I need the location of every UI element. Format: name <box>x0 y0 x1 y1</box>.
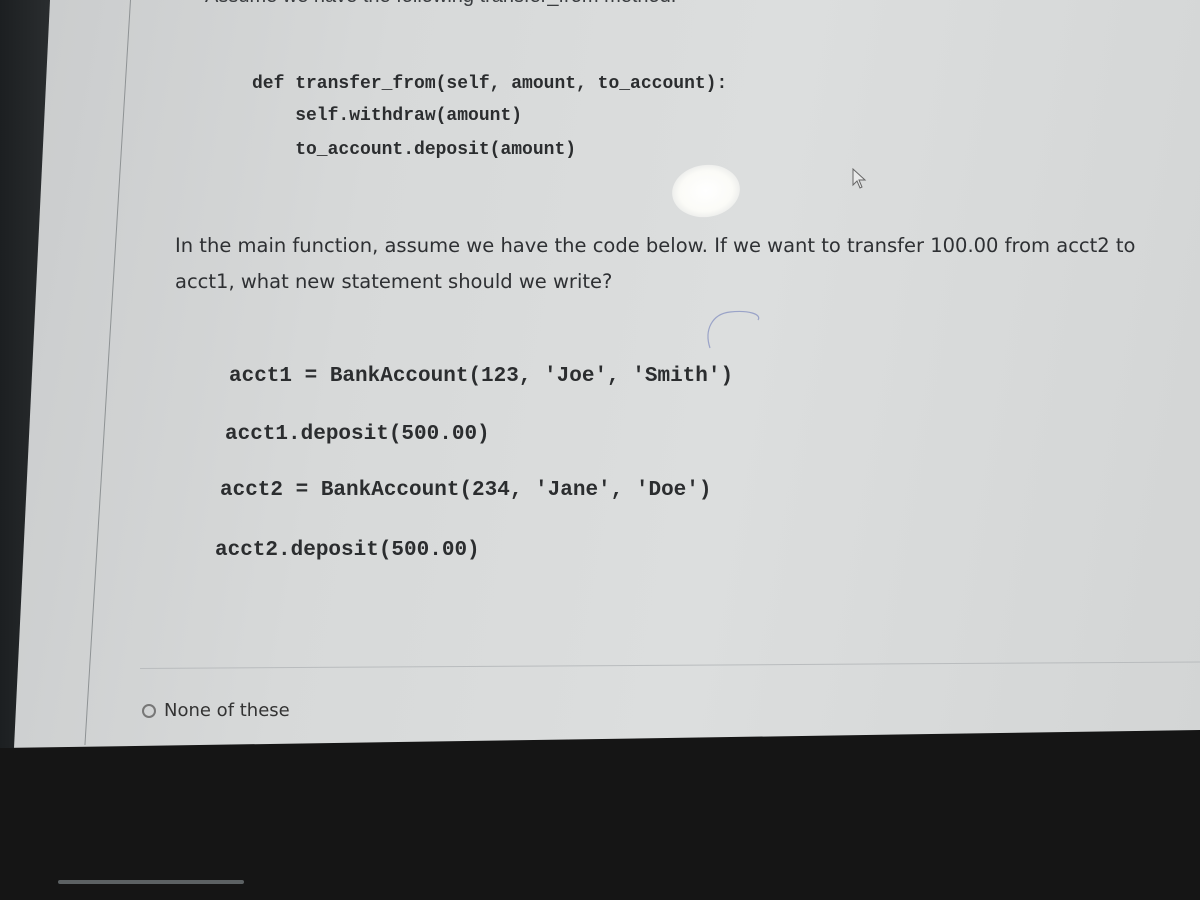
code-line: acct2 = BankAccount(234, 'Jane', 'Doe') <box>220 479 712 502</box>
question-intro-text: Assume we have the following transfer_fr… <box>205 0 676 8</box>
code-line: acct1 = BankAccount(123, 'Joe', 'Smith') <box>229 365 734 388</box>
code-line: acct2.deposit(500.00) <box>215 539 480 562</box>
code-line: def transfer_from(self, amount, to_accou… <box>252 74 728 94</box>
stray-pen-mark <box>707 310 760 349</box>
radio-unchecked-icon[interactable] <box>142 703 156 718</box>
photo-of-monitor: Assume we have the following transfer_fr… <box>0 0 1200 900</box>
code-line: to_account.deposit(amount) <box>252 140 577 160</box>
code-line: acct1.deposit(500.00) <box>225 423 490 446</box>
question-prompt: In the main function, assume we have the… <box>175 234 1136 293</box>
code-line: self.withdraw(amount) <box>252 106 523 126</box>
monitor-bezel-reflection <box>58 880 244 884</box>
answer-option-none-of-these[interactable]: None of these <box>142 700 290 721</box>
mouse-pointer-icon <box>852 168 867 189</box>
answer-label: None of these <box>164 700 290 721</box>
